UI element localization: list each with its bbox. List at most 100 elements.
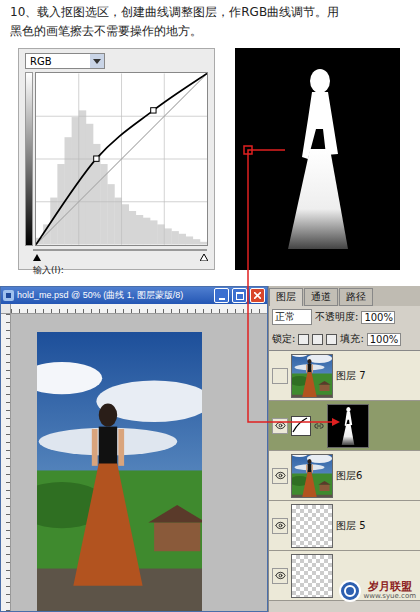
black-slider-icon[interactable] <box>33 254 41 261</box>
layer-list: 图层 7 图层6 图层 5 <box>269 350 420 612</box>
channel-select[interactable]: RGB <box>25 53 105 69</box>
watermark-logo-icon <box>339 580 361 602</box>
histogram-bar <box>157 224 164 244</box>
instruction-line: 10、载入抠图选区，创建曲线调整图层，作RGB曲线调节。用 <box>10 3 412 22</box>
lock-row: 锁定: 填充: 100% <box>269 328 420 350</box>
eye-icon <box>275 470 286 481</box>
graph-row <box>25 72 208 246</box>
link-icon <box>314 421 324 431</box>
document-body <box>1 304 267 611</box>
upper-row: RGB 输入(I): <box>0 44 420 276</box>
document-window: hold_me.psd @ 50% (曲线 1, 图层蒙版/8) <box>0 286 268 612</box>
title-bar[interactable]: hold_me.psd @ 50% (曲线 1, 图层蒙版/8) <box>1 287 267 304</box>
histogram-bar <box>86 124 93 245</box>
layer-thumbnail <box>291 454 333 498</box>
layer-row[interactable]: 图层 5 <box>269 501 420 551</box>
page: 10、载入抠图选区，创建曲线调整图层，作RGB曲线调节。用黑色的画笔擦去不需要操… <box>0 0 420 612</box>
layer-row[interactable] <box>269 401 420 451</box>
histogram-bar <box>171 231 178 244</box>
watermark-name: 岁月联盟 <box>368 581 412 593</box>
layer-mask-thumbnail[interactable] <box>327 404 369 448</box>
opacity-label: 不透明度: <box>315 310 358 324</box>
histogram-bar <box>164 228 171 244</box>
curve-line <box>36 73 207 244</box>
grid-line <box>36 73 207 244</box>
grid-line <box>36 73 207 244</box>
instruction: 10、载入抠图选区，创建曲线调整图层，作RGB曲线调节。用黑色的画笔擦去不需要操… <box>0 0 420 44</box>
histogram-bar <box>64 137 71 244</box>
vertical-ruler <box>1 314 11 611</box>
annotation-arrow <box>0 0 420 612</box>
eye-icon <box>275 520 286 531</box>
curves-panel: RGB输入(I): <box>18 48 215 270</box>
histogram-bar <box>186 236 193 244</box>
input-row <box>25 254 208 261</box>
histogram-bar <box>150 220 157 244</box>
photo <box>37 332 202 611</box>
canvas[interactable] <box>11 314 267 611</box>
lock-transparency-icon[interactable] <box>298 334 309 345</box>
eye-icon <box>275 420 286 431</box>
white-slider-icon[interactable] <box>200 254 208 261</box>
layer-thumbnail <box>291 354 333 398</box>
input-gradient <box>33 249 207 251</box>
histogram-bar <box>72 117 79 244</box>
output-gradient <box>25 72 33 246</box>
input-label-row: 输入(I): <box>25 264 208 277</box>
layer-thumbnail <box>291 504 333 548</box>
fill-label: 填充: <box>340 332 363 346</box>
histogram-bar <box>107 184 114 244</box>
document-title: hold_me.psd @ 50% (曲线 1, 图层蒙版/8) <box>17 289 211 302</box>
close-button[interactable] <box>250 288 265 303</box>
histogram-bar <box>178 234 185 245</box>
watermark: 岁月联盟www.syue.com <box>339 580 416 602</box>
layer-row[interactable]: 图层 7 <box>269 351 420 401</box>
watermark-url: www.syue.com <box>364 593 416 601</box>
ps-icon <box>3 290 14 301</box>
minimize-button[interactable] <box>214 288 229 303</box>
dropdown-icon <box>90 54 104 68</box>
layer-name: 图层6 <box>336 469 362 483</box>
histogram-bar <box>121 204 128 244</box>
layer-name: 图层 7 <box>336 369 366 383</box>
photo <box>292 355 332 397</box>
blend-mode-select[interactable]: 正常 <box>272 309 312 325</box>
ruler-corner <box>1 304 11 314</box>
fill-field[interactable]: 100% <box>367 333 401 346</box>
close-icon <box>254 292 261 299</box>
histogram-bar <box>200 242 207 245</box>
maximize-button[interactable] <box>232 288 247 303</box>
visibility-toggle[interactable] <box>272 368 288 384</box>
panel-tab[interactable]: 路径 <box>339 288 373 306</box>
panel-tab[interactable]: 通道 <box>304 288 338 306</box>
horizontal-ruler <box>11 304 267 314</box>
baseline <box>36 73 207 244</box>
visibility-toggle[interactable] <box>272 418 288 434</box>
visibility-toggle[interactable] <box>272 568 288 584</box>
lock-label: 锁定: <box>272 332 295 346</box>
layer-row[interactable]: 图层6 <box>269 451 420 501</box>
instruction-line: 黑色的画笔擦去不需要操作的地方。 <box>10 22 412 41</box>
lower-row: hold_me.psd @ 50% (曲线 1, 图层蒙版/8)图层通道路径正常… <box>0 286 420 612</box>
input-label: 输入(I): <box>33 264 64 277</box>
visibility-toggle[interactable] <box>272 518 288 534</box>
curve-graph[interactable] <box>35 72 208 246</box>
curve-point[interactable] <box>94 156 99 161</box>
silhouette-icon <box>268 59 368 259</box>
histogram-bar <box>129 211 136 245</box>
layer-name: 图层 5 <box>336 519 366 533</box>
visibility-toggle[interactable] <box>272 468 288 484</box>
curves-adjustment-icon <box>291 416 311 436</box>
panel-tab[interactable]: 图层 <box>269 288 303 306</box>
photo <box>292 455 332 497</box>
blend-row: 正常不透明度:100% <box>269 306 420 328</box>
histogram-bar <box>193 239 200 244</box>
panel-tabs: 图层通道路径 <box>269 286 420 306</box>
lock-position-icon[interactable] <box>326 334 337 345</box>
histogram-bar <box>136 215 143 245</box>
layer-thumbnail <box>291 554 333 598</box>
curve-point[interactable] <box>151 108 156 113</box>
layers-panel: 图层通道路径正常不透明度:100%锁定:填充:100%图层 7图层6图层 5 <box>268 286 420 612</box>
opacity-field[interactable]: 100% <box>361 311 395 324</box>
lock-pixels-icon[interactable] <box>312 334 323 345</box>
